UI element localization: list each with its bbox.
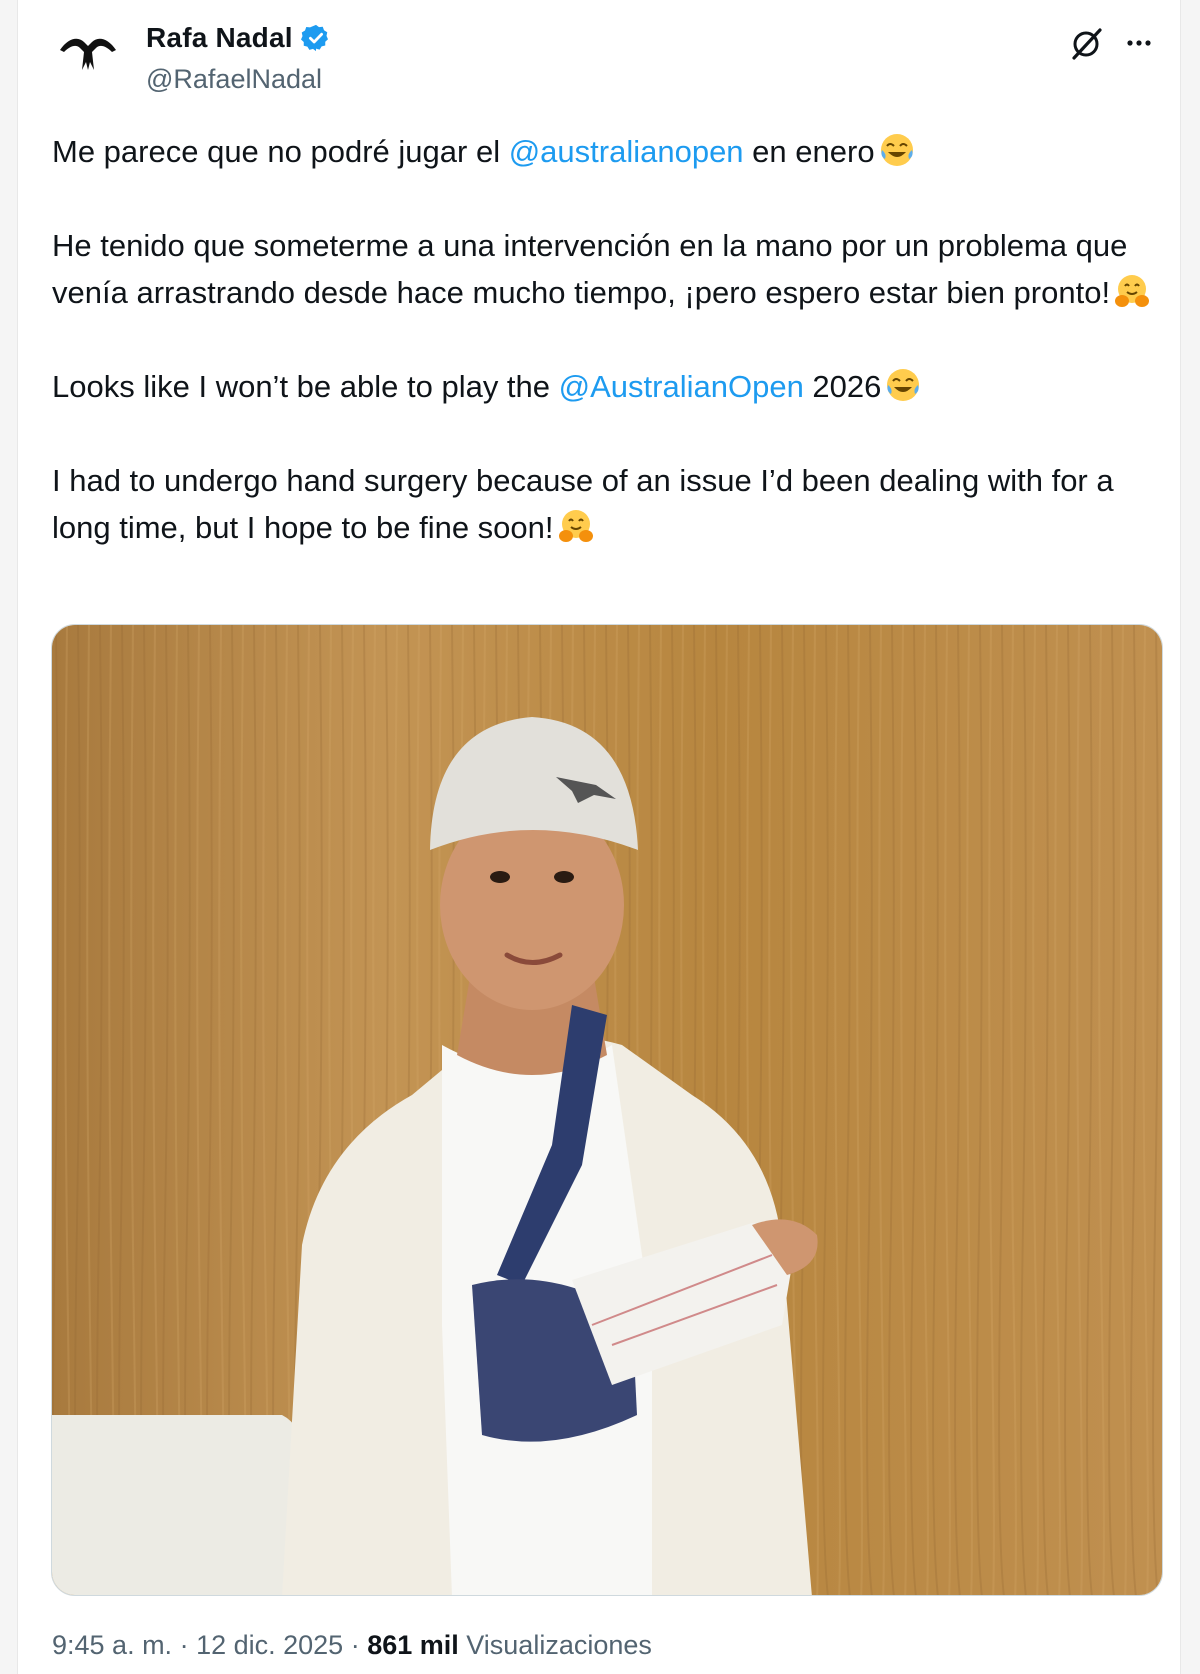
- mention-link-australianopen-en[interactable]: @AustralianOpen: [559, 369, 804, 404]
- views-count[interactable]: 861 mil: [367, 1630, 459, 1660]
- tweet-paragraph-1: Me parece que no podré jugar el @austral…: [52, 128, 1162, 175]
- text-segment: en enero: [743, 134, 875, 169]
- tweet-paragraph-4: I had to undergo hand surgery because of…: [52, 457, 1162, 551]
- tweet-header: Rafa Nadal @RafaelNadal: [18, 0, 1180, 110]
- rafa-logo-icon: [60, 38, 116, 70]
- author-name-row[interactable]: Rafa Nadal: [146, 22, 331, 54]
- photo-image: [52, 625, 1162, 1595]
- text-segment: He tenido que someterme a una intervenci…: [52, 228, 1128, 310]
- hugging-emoji-icon: [1114, 273, 1150, 309]
- views-label[interactable]: Visualizaciones: [459, 1630, 652, 1660]
- more-icon[interactable]: [1120, 24, 1158, 62]
- tweet-text: Me parece que no podré jugar el @austral…: [52, 128, 1162, 598]
- tweet-paragraph-2: He tenido que someterme a una intervenci…: [52, 222, 1162, 316]
- hugging-emoji-icon: [558, 508, 594, 544]
- tweet-paragraph-3: Looks like I won’t be able to play the @…: [52, 363, 1162, 410]
- separator: ·: [172, 1630, 197, 1660]
- mention-link-australianopen[interactable]: @australianopen: [509, 134, 744, 169]
- tweet-card: Rafa Nadal @RafaelNadal Me parece que no…: [17, 0, 1181, 1674]
- text-segment: Looks like I won’t be able to play the: [52, 369, 559, 404]
- tweet-time[interactable]: 9:45 a. m.: [52, 1630, 172, 1660]
- text-segment: 2026: [803, 369, 882, 404]
- tweet-date[interactable]: 12 dic. 2025: [196, 1630, 343, 1660]
- author-name[interactable]: Rafa Nadal: [146, 22, 293, 54]
- tweet-meta: 9:45 a. m. · 12 dic. 2025 · 861 mil Visu…: [52, 1630, 652, 1661]
- avatar[interactable]: [54, 20, 122, 88]
- text-segment: Me parece que no podré jugar el: [52, 134, 509, 169]
- author-handle[interactable]: @RafaelNadal: [146, 64, 322, 95]
- laughing-emoji-icon: [885, 367, 921, 403]
- separator: ·: [343, 1630, 368, 1660]
- grok-icon[interactable]: [1068, 24, 1106, 62]
- laughing-emoji-icon: [879, 132, 915, 168]
- tweet-photo[interactable]: [51, 624, 1163, 1596]
- verified-badge-icon: [300, 23, 331, 53]
